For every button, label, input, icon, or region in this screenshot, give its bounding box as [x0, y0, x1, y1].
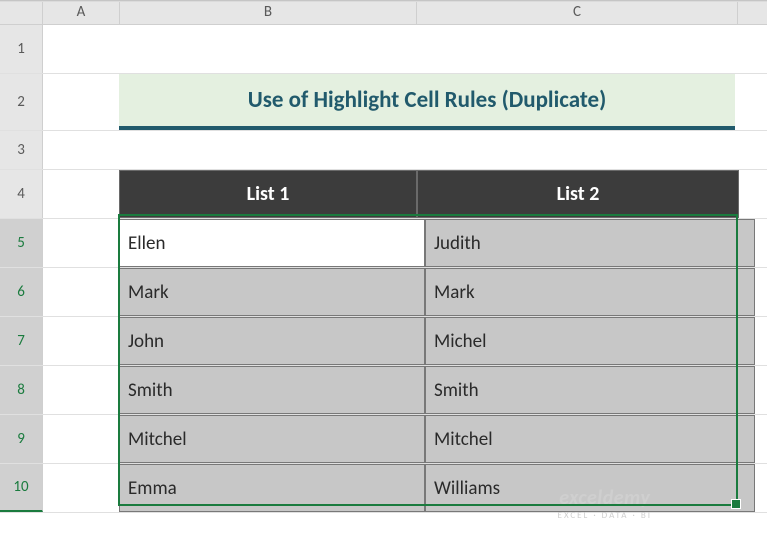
row-header-2[interactable]: 2	[0, 74, 43, 130]
row-10: 10 Emma Williams	[0, 464, 767, 513]
cell-C10[interactable]: Williams	[425, 464, 755, 512]
cell-C7[interactable]: Michel	[425, 317, 755, 365]
row-header-1[interactable]: 1	[0, 25, 43, 73]
cell-A2[interactable]	[43, 74, 119, 130]
cell-value: Mitchel	[128, 428, 187, 451]
row-header-6[interactable]: 6	[0, 268, 43, 316]
column-header-row: A B C	[0, 0, 767, 25]
select-all-corner[interactable]	[0, 0, 43, 24]
cell-value: Smith	[128, 379, 173, 402]
col-header-C[interactable]: C	[417, 0, 738, 24]
row-6: 6 Mark Mark	[0, 268, 767, 317]
cell-B6[interactable]: Mark	[119, 268, 425, 316]
cell-A9[interactable]	[43, 415, 119, 463]
cell-value: Ellen	[128, 232, 165, 255]
cell-A7[interactable]	[43, 317, 119, 365]
cell-value: Michel	[434, 330, 486, 353]
cell-B9[interactable]: Mitchel	[119, 415, 425, 463]
cell-C6[interactable]: Mark	[425, 268, 755, 316]
cell-B7[interactable]: John	[119, 317, 425, 365]
cell-B10[interactable]: Emma	[119, 464, 425, 512]
header-list1[interactable]: List 1	[119, 170, 417, 218]
spreadsheet: A B C 1 2 Use of Highlight Cell Rules (D…	[0, 0, 767, 549]
row-4: 4 List 1 List 2	[0, 170, 767, 219]
cell-A10[interactable]	[43, 464, 119, 512]
cell-B8[interactable]: Smith	[119, 366, 425, 414]
row-header-10[interactable]: 10	[0, 464, 43, 512]
col-header-A[interactable]: A	[43, 0, 120, 24]
title-cell[interactable]: Use of Highlight Cell Rules (Duplicate)	[119, 74, 735, 130]
row-8: 8 Smith Smith	[0, 366, 767, 415]
row-header-4[interactable]: 4	[0, 170, 43, 218]
cell-A3[interactable]	[43, 131, 119, 169]
row-header-5[interactable]: 5	[0, 219, 43, 267]
cell-A1[interactable]	[43, 25, 119, 73]
cell-B3[interactable]	[119, 131, 415, 169]
cell-C5[interactable]: Judith	[425, 219, 755, 267]
cell-value: Smith	[434, 379, 479, 402]
cell-value: Mitchel	[434, 428, 493, 451]
cell-value: Emma	[128, 477, 177, 500]
row-header-9[interactable]: 9	[0, 415, 43, 463]
col-header-B[interactable]: B	[120, 0, 417, 24]
header-list1-label: List 1	[247, 182, 290, 206]
selection-fill-handle[interactable]	[731, 499, 741, 509]
cell-A8[interactable]	[43, 366, 119, 414]
header-list2-label: List 2	[557, 182, 600, 206]
window-chrome-edge	[0, 0, 767, 2]
row-1: 1	[0, 25, 767, 74]
cell-C1[interactable]	[415, 25, 735, 73]
cell-B5[interactable]: Ellen	[119, 219, 425, 267]
cell-A5[interactable]	[43, 219, 119, 267]
cell-C3[interactable]	[415, 131, 735, 169]
cell-A4[interactable]	[43, 170, 119, 218]
cell-C8[interactable]: Smith	[425, 366, 755, 414]
row-header-7[interactable]: 7	[0, 317, 43, 365]
header-list2[interactable]: List 2	[417, 170, 739, 218]
cell-value: Mark	[434, 281, 475, 304]
cell-A6[interactable]	[43, 268, 119, 316]
cell-value: Judith	[434, 232, 481, 255]
cell-value: John	[128, 330, 164, 353]
row-3: 3	[0, 131, 767, 170]
page-title: Use of Highlight Cell Rules (Duplicate)	[248, 86, 607, 114]
cell-C9[interactable]: Mitchel	[425, 415, 755, 463]
row-2: 2 Use of Highlight Cell Rules (Duplicate…	[0, 74, 767, 131]
cell-value: Mark	[128, 281, 169, 304]
row-7: 7 John Michel	[0, 317, 767, 366]
row-9: 9 Mitchel Mitchel	[0, 415, 767, 464]
row-header-3[interactable]: 3	[0, 131, 43, 169]
cell-B1[interactable]	[119, 25, 415, 73]
cell-value: Williams	[434, 477, 500, 500]
row-header-8[interactable]: 8	[0, 366, 43, 414]
row-5: 5 Ellen Judith	[0, 219, 767, 268]
